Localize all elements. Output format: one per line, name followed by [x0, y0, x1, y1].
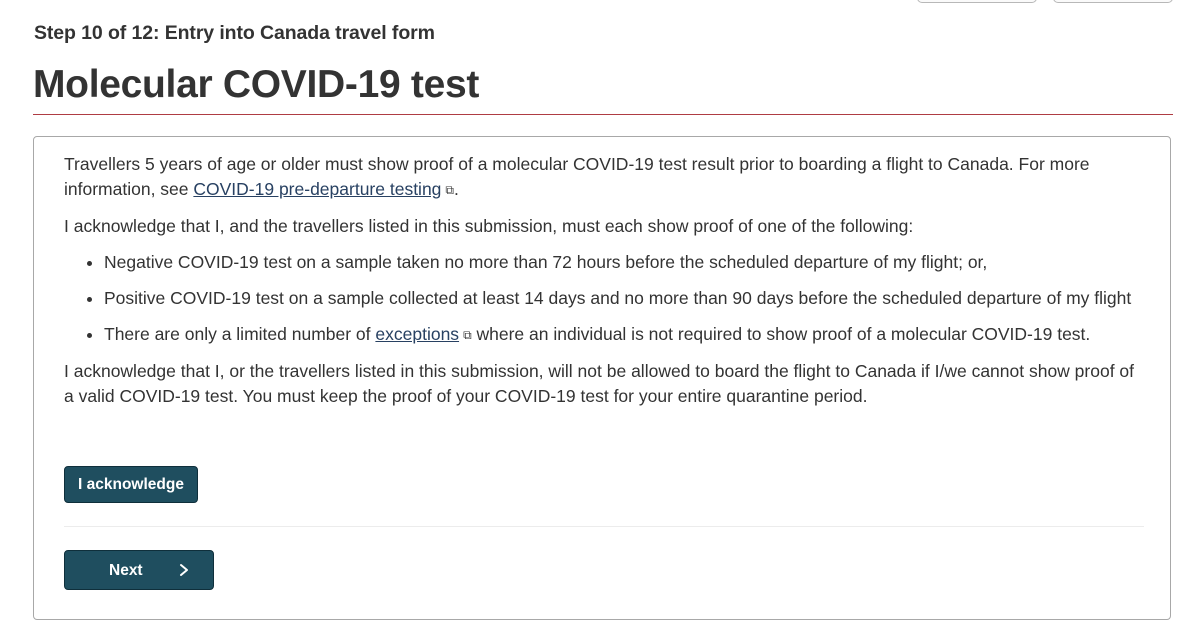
- panel-body: Travellers 5 years of age or older must …: [64, 152, 1144, 420]
- page-title: Molecular COVID-19 test: [33, 63, 480, 106]
- top-button-left[interactable]: [917, 0, 1037, 3]
- intro-paragraph: Travellers 5 years of age or older must …: [64, 152, 1144, 203]
- acknowledge-intro: I acknowledge that I, and the travellers…: [64, 216, 914, 236]
- top-button-group: [917, 0, 1173, 3]
- list-item: Positive COVID-19 test on a sample colle…: [104, 286, 1144, 311]
- list-item-text: There are only a limited number of: [104, 324, 376, 344]
- requirements-list: Negative COVID-19 test on a sample taken…: [64, 250, 1144, 348]
- external-link-icon: ⧉: [463, 328, 472, 342]
- intro-end: .: [454, 179, 459, 199]
- content-panel: Travellers 5 years of age or older must …: [33, 136, 1171, 620]
- exceptions-link[interactable]: exceptions: [375, 324, 459, 344]
- list-item: There are only a limited number of excep…: [104, 322, 1144, 348]
- external-link-icon: ⧉: [445, 183, 454, 197]
- step-indicator: Step 10 of 12: Entry into Canada travel …: [34, 22, 435, 44]
- pre-departure-testing-link[interactable]: COVID-19 pre-departure testing: [193, 179, 441, 199]
- section-divider: [64, 526, 1144, 527]
- next-button[interactable]: Next: [64, 550, 214, 590]
- closing-paragraph: I acknowledge that I, or the travellers …: [64, 361, 1135, 406]
- list-item: Negative COVID-19 test on a sample taken…: [104, 250, 1144, 275]
- next-button-label: Next: [109, 562, 143, 579]
- list-item-text: where an individual is not required to s…: [471, 324, 1091, 344]
- acknowledge-button[interactable]: I acknowledge: [64, 466, 198, 503]
- title-underline: [33, 114, 1173, 115]
- chevron-right-icon: [180, 564, 188, 576]
- top-button-right[interactable]: [1053, 0, 1173, 3]
